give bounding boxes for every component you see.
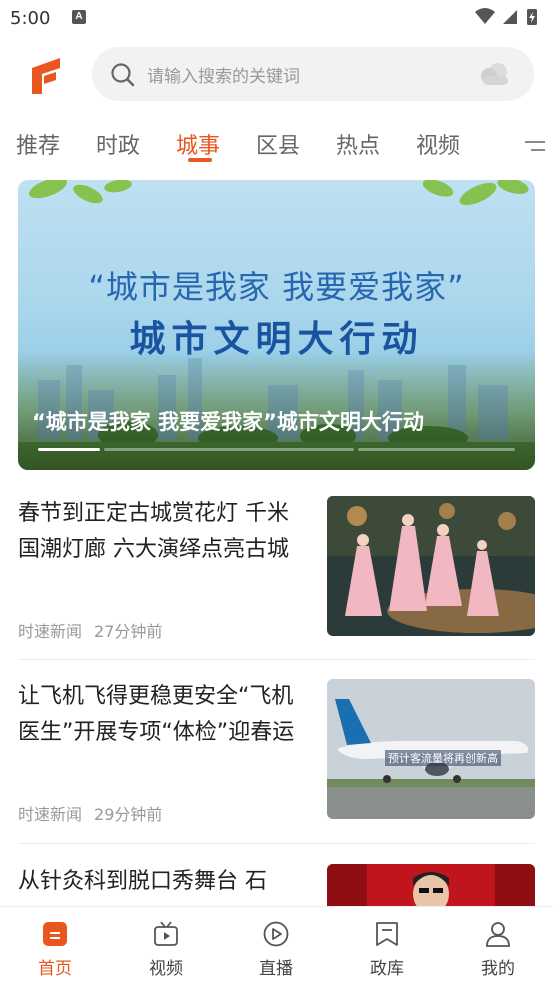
news-title: 春节到正定古城赏花灯 千米国潮灯廊 六大演绎点亮古城 xyxy=(18,501,289,562)
tab-video[interactable]: 视频 xyxy=(416,128,460,160)
banner-slogan-line1: “城市是我家 我要爱我家” xyxy=(88,268,465,306)
news-source: 时速新闻 xyxy=(18,622,83,641)
news-meta: 时速新闻 29分钟前 xyxy=(18,801,162,825)
nav-policy-library[interactable]: 政库 xyxy=(332,907,442,985)
banner-caption: “城市是我家 我要爱我家”城市文明大行动 xyxy=(32,410,424,434)
notification-a-icon: A xyxy=(72,10,86,24)
news-item[interactable]: 从针灸科到脱口秀舞台 石 xyxy=(18,864,535,906)
tv-icon xyxy=(154,921,178,946)
book-icon xyxy=(376,922,398,946)
nav-live[interactable]: 直播 xyxy=(221,907,331,985)
nav-policy-library-label: 政库 xyxy=(370,959,404,979)
carousel-indicator xyxy=(38,448,515,451)
nav-home[interactable]: 首页 xyxy=(0,907,110,985)
news-thumbnail: 预计客流量将再创新高 xyxy=(327,679,535,819)
tab-districts[interactable]: 区县 xyxy=(256,128,300,160)
banner-carousel[interactable]: “城市是我家 我要爱我家” 城市文明大行动 “城市是我家 我要爱我家”城市文明大… xyxy=(18,180,535,470)
weather-cloud-icon[interactable] xyxy=(478,60,512,88)
airplane-image xyxy=(327,679,535,819)
tabs-more-button[interactable] xyxy=(505,120,553,170)
home-icon xyxy=(43,922,67,946)
divider xyxy=(18,843,535,844)
nav-profile[interactable]: 我的 xyxy=(443,907,553,985)
nav-live-label: 直播 xyxy=(259,959,293,979)
signal-icon xyxy=(503,10,517,24)
status-time: 5:00 xyxy=(10,8,51,29)
user-icon xyxy=(486,922,510,947)
search-icon xyxy=(111,63,135,87)
wifi-icon xyxy=(475,8,495,24)
image-overlay-text: 预计客流量将再创新高 xyxy=(385,750,501,766)
news-thumbnail xyxy=(327,496,535,636)
stage-image xyxy=(327,864,535,906)
tab-recommend[interactable]: 推荐 xyxy=(16,128,60,160)
news-meta: 时速新闻 27分钟前 xyxy=(18,618,162,642)
news-item[interactable]: 春节到正定古城赏花灯 千米国潮灯廊 六大演绎点亮古城 时速新闻 27分钟前 xyxy=(18,496,535,646)
nav-video[interactable]: 视频 xyxy=(111,907,221,985)
news-time: 29分钟前 xyxy=(94,805,163,824)
nav-video-label: 视频 xyxy=(149,959,183,979)
news-title: 让飞机飞得更稳更安全“飞机医生”开展专项“体检”迎春运 xyxy=(18,684,295,745)
search-placeholder: 请输入搜索的关键词 xyxy=(147,67,300,87)
dancers-image xyxy=(327,496,535,636)
nav-profile-label: 我的 xyxy=(481,959,515,979)
news-title: 从针灸科到脱口秀舞台 石 xyxy=(18,869,267,894)
carousel-dot xyxy=(104,448,354,451)
bottom-nav: 首页 视频 直播 政库 我的 xyxy=(0,906,553,985)
system-status-icons xyxy=(475,8,537,25)
carousel-dot-active xyxy=(38,448,100,451)
search-bar[interactable]: 请输入搜索的关键词 xyxy=(92,47,534,101)
status-bar: 5:00 A xyxy=(0,0,553,36)
menu-lines-icon xyxy=(525,141,545,151)
nav-home-label: 首页 xyxy=(38,959,72,979)
active-tab-indicator xyxy=(188,158,212,162)
tab-hot[interactable]: 热点 xyxy=(336,128,380,160)
logo-icon[interactable] xyxy=(30,56,64,96)
play-circle-icon xyxy=(263,921,289,947)
carousel-dot xyxy=(358,448,515,451)
news-time: 27分钟前 xyxy=(94,622,163,641)
tab-city-affairs[interactable]: 城事 xyxy=(176,128,220,160)
divider xyxy=(18,659,535,660)
news-source: 时速新闻 xyxy=(18,805,83,824)
news-item[interactable]: 让飞机飞得更稳更安全“飞机医生”开展专项“体检”迎春运 时速新闻 29分钟前 预计… xyxy=(18,679,535,829)
category-tabs: 推荐 时政 城事 区县 热点 视频 xyxy=(0,120,553,170)
tab-politics[interactable]: 时政 xyxy=(96,128,140,160)
news-thumbnail xyxy=(327,864,535,906)
